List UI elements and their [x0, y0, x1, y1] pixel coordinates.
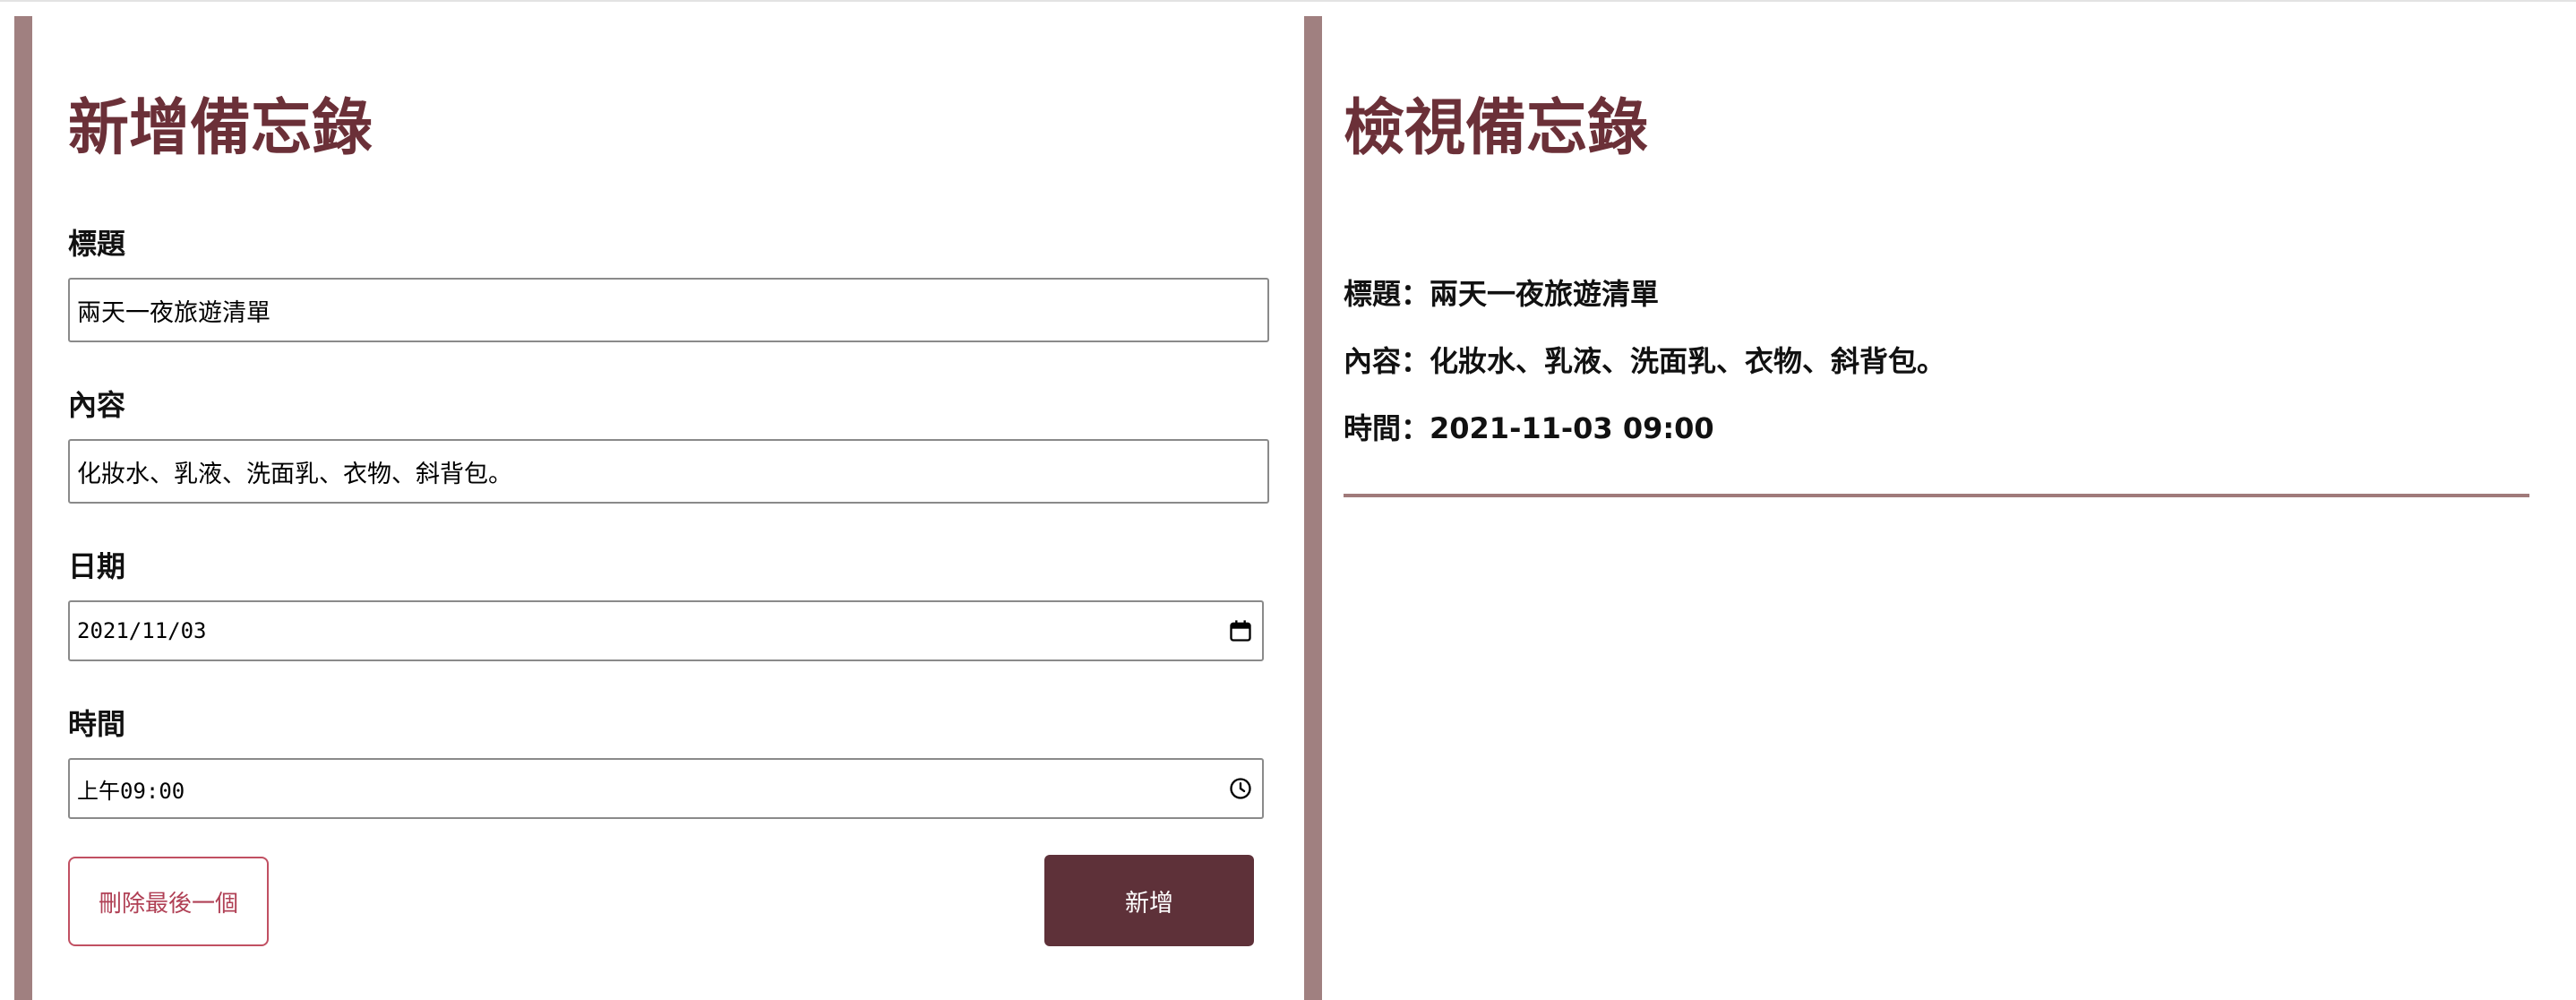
memo-title-line: 標題：兩天一夜旅遊清單 [1344, 277, 1660, 311]
content-label: 內容 [68, 388, 126, 422]
view-memo-panel: 檢視備忘錄 標題：兩天一夜旅遊清單 內容：化妝水、乳液、洗面乳、衣物、斜背包。 … [1344, 16, 2576, 1000]
add-memo-panel: 新增備忘錄 標題 兩天一夜旅遊清單 內容 化妝水、乳液、洗面乳、衣物、斜背包。 … [14, 16, 1322, 1000]
content-input[interactable]: 化妝水、乳液、洗面乳、衣物、斜背包。 [68, 439, 1269, 504]
time-input-value: 上午09:00 [77, 778, 185, 804]
memo-content-line: 內容：化妝水、乳液、洗面乳、衣物、斜背包。 [1344, 344, 1946, 378]
memo-time-line: 時間：2021-11-03 09:00 [1344, 411, 1714, 445]
top-divider [0, 0, 2576, 2]
view-memo-heading: 檢視備忘錄 [1344, 93, 1649, 164]
content-input-value: 化妝水、乳液、洗面乳、衣物、斜背包。 [77, 460, 512, 488]
time-label: 時間 [68, 707, 126, 741]
date-input-value: 2021/11/03 [77, 618, 207, 643]
add-memo-heading: 新增備忘錄 [68, 93, 374, 164]
title-input-value: 兩天一夜旅遊清單 [77, 298, 270, 327]
memo-divider [1344, 494, 2529, 497]
calendar-icon[interactable] [1228, 618, 1253, 643]
title-input[interactable]: 兩天一夜旅遊清單 [68, 278, 1269, 342]
time-input[interactable]: 上午09:00 [68, 758, 1264, 819]
clock-icon[interactable] [1228, 776, 1253, 801]
delete-last-button[interactable]: 刪除最後一個 [68, 857, 269, 946]
title-label: 標題 [68, 227, 126, 261]
add-memo-button[interactable]: 新增 [1044, 855, 1254, 946]
date-input[interactable]: 2021/11/03 [68, 600, 1264, 661]
date-label: 日期 [68, 549, 126, 583]
